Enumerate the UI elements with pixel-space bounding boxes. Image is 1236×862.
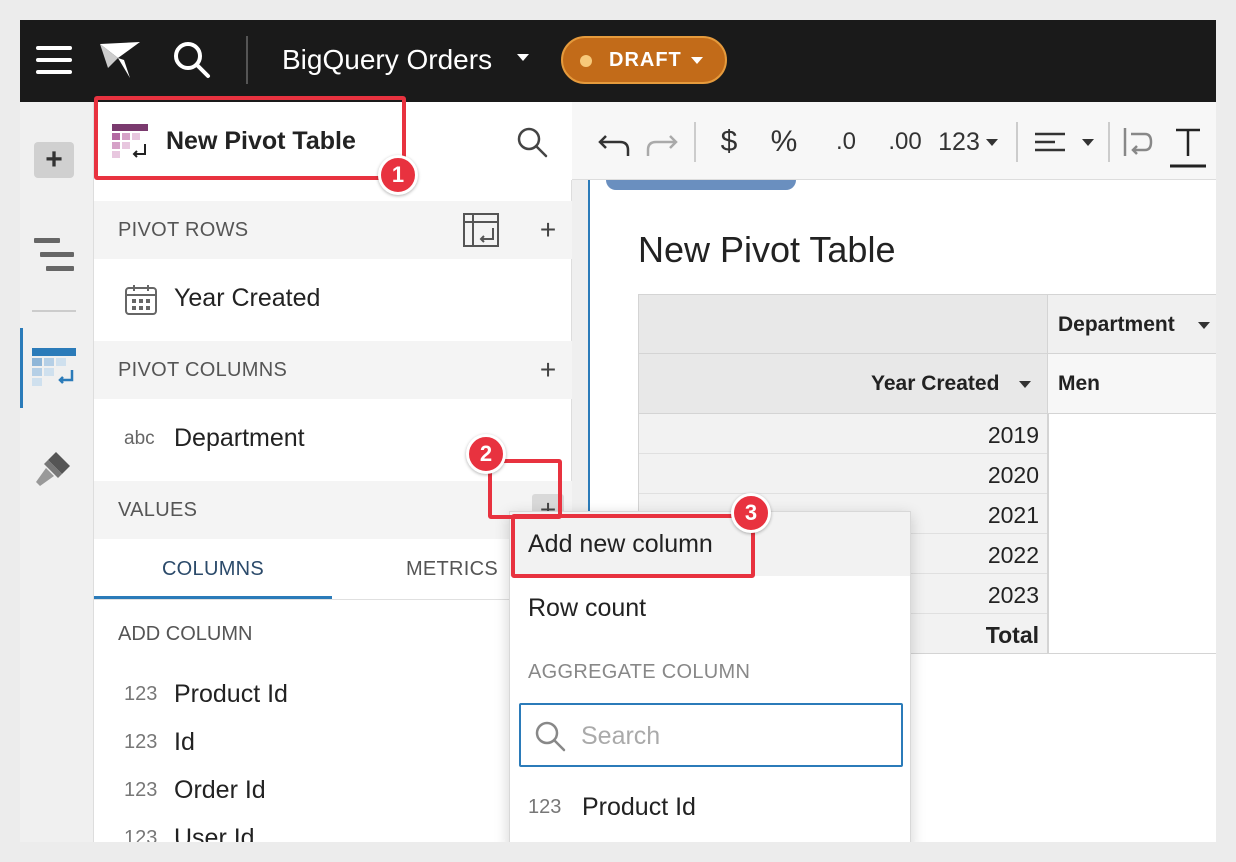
draft-label: DRAFT [609, 49, 682, 71]
left-rail: + [20, 102, 94, 842]
table-row[interactable]: 2020 [639, 454, 1047, 494]
row-count-menu-item[interactable]: Row count [528, 578, 646, 638]
text-style-icon[interactable] [1168, 122, 1208, 168]
increase-decimals-button[interactable]: .00 [878, 122, 932, 162]
redo-icon[interactable] [642, 122, 682, 162]
panel-header: New Pivot Table [94, 102, 572, 180]
column-label: Product Id [174, 680, 288, 708]
pivot-row-item[interactable]: Year Created [94, 273, 572, 323]
draft-status-button[interactable]: DRAFT [561, 36, 727, 84]
number-type-icon: 123 [124, 827, 158, 842]
chevron-down-icon[interactable] [1019, 381, 1031, 388]
toolbar-divider [1108, 122, 1110, 162]
pivot-layout-icon[interactable] [463, 213, 499, 247]
section-label: VALUES [118, 499, 198, 521]
pivot-table-icon[interactable] [32, 348, 76, 388]
active-indicator [20, 328, 23, 408]
pivot-column-label: Department [174, 424, 305, 452]
element-panel-icon[interactable] [34, 238, 74, 272]
pivot-table-icon [112, 124, 148, 160]
chevron-down-icon[interactable] [1082, 139, 1094, 146]
element-title[interactable]: New Pivot Table [166, 122, 356, 160]
table-divider [1048, 414, 1049, 654]
search-icon[interactable] [170, 38, 214, 82]
add-value-menu: Add new column Row count AGGREGATE COLUM… [509, 511, 911, 842]
topbar-divider [246, 36, 248, 84]
number-type-icon: 123 [124, 683, 158, 705]
list-item[interactable]: 123 Order Id [94, 767, 572, 813]
pivot-title[interactable]: New Pivot Table [638, 228, 895, 272]
pivot-columns-section: PIVOT COLUMNS + [94, 341, 572, 399]
calendar-icon [124, 284, 158, 316]
column-label: Order Id [174, 776, 266, 804]
number-type-icon: 123 [528, 796, 562, 818]
search-input[interactable] [581, 717, 881, 755]
column-value-label: Men [1058, 372, 1100, 395]
text-type-icon: abc [124, 428, 155, 449]
callout-badge-2: 2 [466, 434, 506, 474]
undo-icon[interactable] [594, 122, 634, 162]
section-label: PIVOT COLUMNS [118, 359, 288, 381]
paintbrush-icon[interactable] [34, 448, 74, 488]
element-tab [606, 180, 796, 190]
toolbar-divider [1016, 122, 1018, 162]
values-tabs: COLUMNS METRICS [94, 540, 572, 600]
app-window: BigQuery Orders DRAFT + New Pivot Table … [20, 20, 1216, 842]
list-item[interactable]: 123 Id [94, 719, 572, 765]
sigma-logo-icon[interactable] [96, 38, 144, 82]
values-section: VALUES + [94, 481, 572, 539]
chevron-down-icon[interactable] [986, 139, 998, 146]
column-label: User Id [174, 824, 255, 842]
add-column-heading: ADD COLUMN [118, 623, 253, 645]
table-row[interactable]: 2019 [639, 414, 1047, 454]
chevron-down-icon [691, 57, 703, 64]
add-pivot-column-button[interactable]: + [532, 354, 564, 386]
pivot-corner-cell [638, 294, 1048, 354]
wrap-text-icon[interactable] [1120, 122, 1156, 162]
menu-column-item[interactable]: Product Id [582, 782, 696, 832]
top-bar: BigQuery Orders DRAFT [20, 20, 1216, 102]
number-format-button[interactable]: 123 [934, 122, 984, 162]
decrease-decimals-button[interactable]: .0 [824, 122, 868, 162]
table-divider [1048, 653, 1216, 654]
chevron-down-icon[interactable] [517, 54, 529, 61]
column-value-cell[interactable]: Men [1048, 354, 1216, 414]
callout-badge-3: 3 [731, 493, 771, 533]
aggregate-column-heading: AGGREGATE COLUMN [528, 661, 751, 683]
status-dot-icon [580, 55, 592, 67]
toolbar-divider [694, 122, 696, 162]
list-item[interactable]: 123 User Id [94, 815, 572, 842]
format-toolbar: $ % .0 .00 123 [572, 102, 1216, 180]
menu-icon[interactable] [36, 44, 74, 76]
search-icon [533, 719, 567, 753]
callout-badge-1: 1 [378, 155, 418, 195]
align-left-icon[interactable] [1032, 122, 1068, 162]
rail-divider [32, 310, 76, 312]
tab-columns[interactable]: COLUMNS [94, 540, 332, 598]
column-label: Id [174, 728, 195, 756]
add-element-button[interactable]: + [34, 142, 74, 178]
column-header-cell[interactable]: Department [1048, 294, 1216, 354]
pivot-rows-section: PIVOT ROWS + [94, 201, 572, 259]
column-header-label: Department [1058, 313, 1175, 336]
number-type-icon: 123 [124, 779, 158, 801]
workbook-title[interactable]: BigQuery Orders [282, 40, 492, 80]
row-header-cell[interactable]: Year Created [638, 354, 1048, 414]
editor-panel: New Pivot Table PIVOT ROWS + Year Create… [94, 102, 572, 842]
pivot-row-label: Year Created [174, 284, 321, 312]
menu-search-box[interactable] [519, 703, 903, 767]
currency-format-button[interactable]: $ [712, 122, 746, 162]
number-type-icon: 123 [124, 731, 158, 753]
chevron-down-icon[interactable] [1198, 322, 1210, 329]
active-tab-indicator [94, 596, 332, 599]
add-pivot-row-button[interactable]: + [532, 214, 564, 246]
section-label: PIVOT ROWS [118, 219, 249, 241]
row-header-label: Year Created [871, 372, 1000, 395]
add-new-column-menu-item[interactable]: Add new column [528, 514, 713, 574]
percent-format-button[interactable]: % [762, 122, 806, 162]
search-icon[interactable] [514, 124, 550, 160]
list-item[interactable]: 123 Product Id [94, 671, 572, 717]
